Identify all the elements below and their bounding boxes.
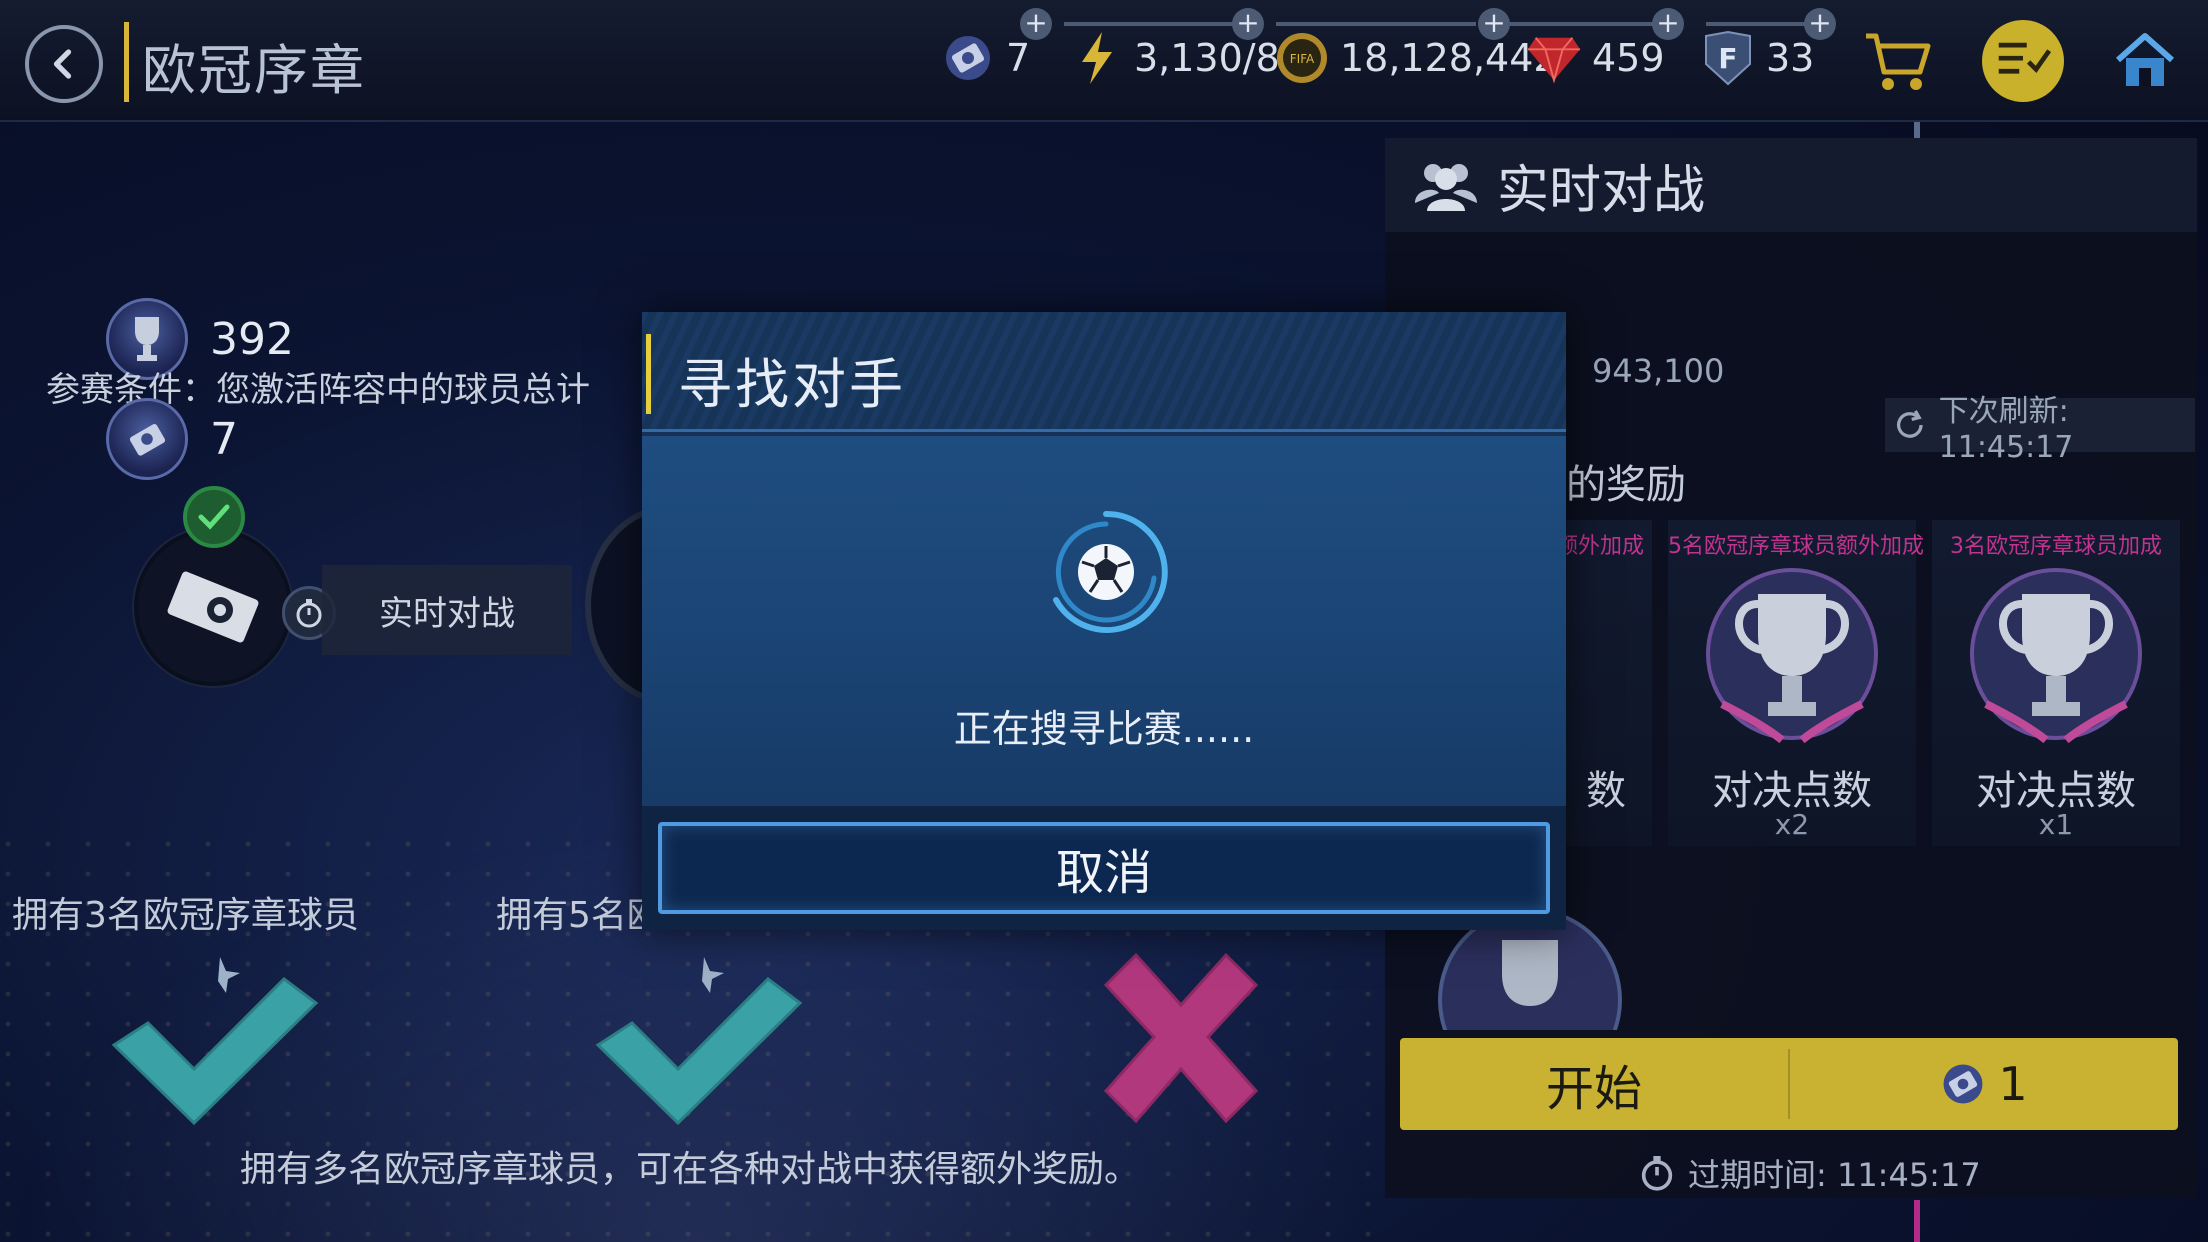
requirement-5-players: 拥有5名欧冠序章球员: [496, 895, 642, 936]
refresh-text: 下次刷新: 11:45:17: [1938, 393, 2074, 465]
cross-icon: [1103, 952, 1259, 1124]
rewards-title: 的奖励: [1566, 462, 1686, 508]
shop-cart-button[interactable]: [1862, 28, 1932, 94]
checkmark-5-icon: [595, 957, 802, 1125]
requirement-3-players: 拥有3名欧冠序章球员: [12, 895, 359, 936]
coins-value: 18,128,442: [1340, 36, 1558, 80]
panel-header: 实时对战: [1385, 138, 2197, 232]
top-bar: 欧冠序章 + + + + + 7 3,130/80 FIFA 18,128,44…: [0, 0, 2208, 122]
ticket-count: 7: [210, 413, 238, 465]
bonus-note: 拥有多名欧冠序章球员，可在各种对战中获得额外奖励。: [240, 1149, 1141, 1190]
reward-card[interactable]: 3名欧冠序章球员加成 对决点数 x1: [1932, 520, 2180, 846]
start-cost-value: 1: [1998, 1057, 2028, 1111]
completed-check-icon: [183, 486, 245, 548]
checkmark-3-icon: [111, 957, 318, 1125]
checklist-icon: [1998, 42, 2051, 74]
stopwatch-icon: [1641, 1156, 1673, 1191]
dialog-body: 正在搜寻比赛......: [642, 436, 1566, 806]
score-value: 943,100: [1592, 352, 1725, 390]
gems-counter: 459: [1526, 30, 1665, 86]
energy-counter: 3,130/80: [1068, 30, 1304, 86]
ticket-icon: [106, 398, 188, 480]
find-opponent-dialog: 寻找对手 正在搜寻比赛...... 取消: [642, 312, 1566, 930]
start-button[interactable]: 开始 1: [1400, 1038, 2178, 1130]
fifa-points-counter: F 33: [1700, 30, 1814, 86]
f-shield-icon: F: [1700, 30, 1756, 86]
cart-icon: [1866, 33, 1931, 90]
ticket-icon: [940, 30, 996, 86]
objectives-button[interactable]: [1982, 20, 2064, 102]
champions-trophy-icon: [1970, 568, 2142, 744]
mode-label[interactable]: 实时对战: [322, 565, 572, 655]
reward-multiplier: x2: [1774, 808, 1810, 841]
fifa-points-value: 33: [1766, 36, 1815, 80]
dialog-title: 寻找对手: [678, 353, 906, 416]
svg-text:FIFA: FIFA: [1290, 52, 1315, 66]
divider: [1064, 22, 1254, 26]
people-icon: [1415, 164, 1477, 211]
gems-value: 459: [1592, 36, 1665, 80]
svg-text:F: F: [1718, 42, 1737, 75]
panel-title: 实时对战: [1497, 160, 1706, 221]
match-ticket-icon: [167, 571, 259, 643]
divider: [1706, 22, 1816, 26]
page-title: 欧冠序章: [142, 39, 366, 102]
dialog-header: 寻找对手: [642, 312, 1566, 432]
chevron-left-icon: [53, 49, 72, 79]
searching-status: 正在搜寻比赛......: [953, 707, 1255, 751]
loading-ball-icon: [1053, 510, 1168, 633]
start-cost: 1: [1790, 1057, 2178, 1111]
tickets-value: 7: [1006, 36, 1031, 80]
ticket-stat: 7: [106, 398, 238, 480]
reward-tag: 5名欧冠序章球员额外加成: [1668, 534, 1924, 559]
tickets-counter: 7: [940, 30, 1030, 86]
refresh-icon: [1897, 410, 1923, 438]
ticket-icon: [1943, 1064, 1983, 1104]
champions-trophy-icon: [1706, 568, 1878, 744]
back-button[interactable]: [25, 25, 103, 103]
home-icon: [2116, 33, 2174, 86]
coins-counter: FIFA 18,128,442: [1274, 30, 1558, 86]
cancel-button[interactable]: 取消: [658, 822, 1550, 914]
divider: [1276, 22, 1476, 26]
reward-multiplier: x1: [2038, 808, 2074, 841]
expire-text: 过期时间: 11:45:17: [1688, 1156, 1981, 1194]
live-match-mode-icon[interactable]: [134, 528, 292, 686]
start-label: 开始: [1400, 1049, 1790, 1119]
title-accent: [124, 22, 129, 102]
refresh-timer: 下次刷新: 11:45:17: [1885, 394, 2195, 465]
reward-tag: 3名欧冠序章球员加成: [1950, 534, 2162, 559]
coin-icon: FIFA: [1274, 30, 1330, 86]
home-button[interactable]: [2112, 28, 2178, 94]
panel-divider: [1914, 1200, 1920, 1242]
gem-icon: [1526, 30, 1582, 86]
lightning-icon: [1068, 30, 1124, 86]
expire-timer: 过期时间: 11:45:17: [1640, 1150, 1981, 1196]
dialog-accent: [646, 334, 651, 414]
trophy-count: 392: [210, 313, 294, 365]
divider: [1504, 22, 1654, 26]
reward-card[interactable]: 5名欧冠序章球员额外加成 对决点数 x2: [1668, 520, 1924, 846]
dialog-footer: 取消: [642, 806, 1566, 930]
